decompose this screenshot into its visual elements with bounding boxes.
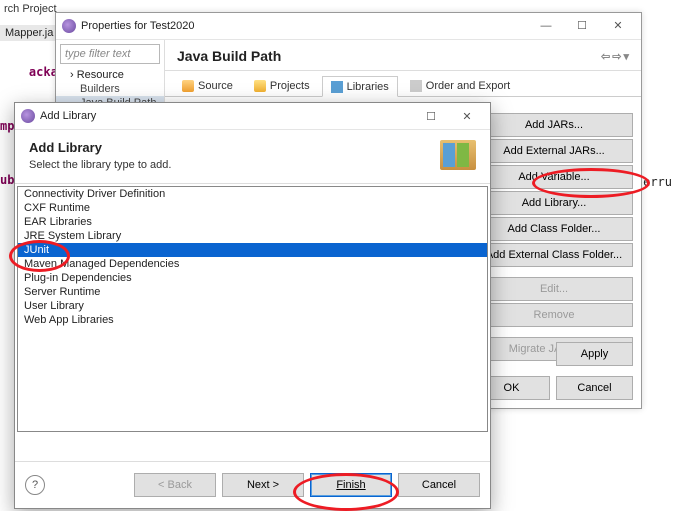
add-class-folder-button[interactable]: Add Class Folder... xyxy=(475,217,633,241)
nav-menu-icon[interactable]: ▾ xyxy=(623,50,629,63)
wizard-cancel-button[interactable]: Cancel xyxy=(398,473,480,497)
edit-button: Edit... xyxy=(475,277,633,301)
tree-item-builders[interactable]: Builders xyxy=(56,82,164,96)
add-library-button[interactable]: Add Library... xyxy=(475,191,633,215)
back-button: < Back xyxy=(134,473,216,497)
tab-source[interactable]: Source xyxy=(173,76,242,96)
tab-libraries[interactable]: Libraries xyxy=(322,76,398,97)
next-button[interactable]: Next > xyxy=(222,473,304,497)
source-icon xyxy=(182,80,194,92)
list-item[interactable]: JUnit xyxy=(18,243,487,257)
library-button-column: Add JARs... Add External JARs... Add Var… xyxy=(475,113,633,361)
properties-title-text: Properties for Test2020 xyxy=(81,13,195,39)
close-button[interactable]: ✕ xyxy=(450,107,484,125)
projects-icon xyxy=(254,80,266,92)
close-button[interactable]: ✕ xyxy=(601,17,635,35)
add-library-dialog: Add Library ☐ ✕ Add Library Select the l… xyxy=(14,102,491,509)
list-item[interactable]: User Library xyxy=(18,299,487,313)
cancel-button[interactable]: Cancel xyxy=(556,376,633,400)
maximize-button[interactable]: ☐ xyxy=(414,107,448,125)
nav-fwd-icon[interactable]: ⇨ xyxy=(612,50,621,63)
tree-item-resource[interactable]: › Resource xyxy=(56,68,164,82)
libraries-icon xyxy=(331,81,343,93)
list-item[interactable]: Maven Managed Dependencies xyxy=(18,257,487,271)
eclipse-icon xyxy=(21,109,35,123)
filter-input[interactable]: type filter text xyxy=(60,44,160,64)
menu-fragment: rch Project xyxy=(0,0,61,24)
build-path-tabs: Source Projects Libraries Order and Expo… xyxy=(165,71,641,97)
nav-back-icon[interactable]: ⇦ xyxy=(601,50,610,63)
add-external-class-folder-button[interactable]: Add External Class Folder... xyxy=(475,243,633,267)
remove-button: Remove xyxy=(475,303,633,327)
minimize-button[interactable]: — xyxy=(529,17,563,35)
properties-titlebar[interactable]: Properties for Test2020 — ☐ ✕ xyxy=(56,13,641,40)
order-icon xyxy=(410,80,422,92)
list-item[interactable]: Connectivity Driver Definition xyxy=(18,187,487,201)
list-item[interactable]: JRE System Library xyxy=(18,229,487,243)
add-library-titlebar[interactable]: Add Library ☐ ✕ xyxy=(15,103,490,130)
apply-button[interactable]: Apply xyxy=(556,342,633,366)
list-item[interactable]: CXF Runtime xyxy=(18,201,487,215)
finish-button[interactable]: Finish xyxy=(310,473,392,497)
editor-tab[interactable]: Mapper.ja xyxy=(0,25,58,41)
wizard-subheading: Select the library type to add. xyxy=(29,159,171,171)
wizard-button-bar: ? < Back Next > Finish Cancel xyxy=(15,461,490,508)
list-item[interactable]: EAR Libraries xyxy=(18,215,487,229)
tab-projects[interactable]: Projects xyxy=(245,76,319,96)
tab-order-export[interactable]: Order and Export xyxy=(401,76,519,96)
add-jars-button[interactable]: Add JARs... xyxy=(475,113,633,137)
maximize-button[interactable]: ☐ xyxy=(565,17,599,35)
wizard-heading: Add Library xyxy=(29,140,171,155)
list-item[interactable]: Server Runtime xyxy=(18,285,487,299)
add-library-title-text: Add Library xyxy=(40,110,96,122)
add-external-jars-button[interactable]: Add External JARs... xyxy=(475,139,633,163)
add-variable-button[interactable]: Add Variable... xyxy=(475,165,633,189)
list-item[interactable]: Plug-in Dependencies xyxy=(18,271,487,285)
library-type-list[interactable]: Connectivity Driver DefinitionCXF Runtim… xyxy=(17,186,488,432)
library-icon xyxy=(440,140,476,170)
eclipse-icon xyxy=(62,19,76,33)
wizard-header: Add Library Select the library type to a… xyxy=(15,130,490,184)
list-item[interactable]: Web App Libraries xyxy=(18,313,487,327)
page-title: Java Build Path xyxy=(177,48,281,64)
help-icon[interactable]: ? xyxy=(25,475,45,495)
